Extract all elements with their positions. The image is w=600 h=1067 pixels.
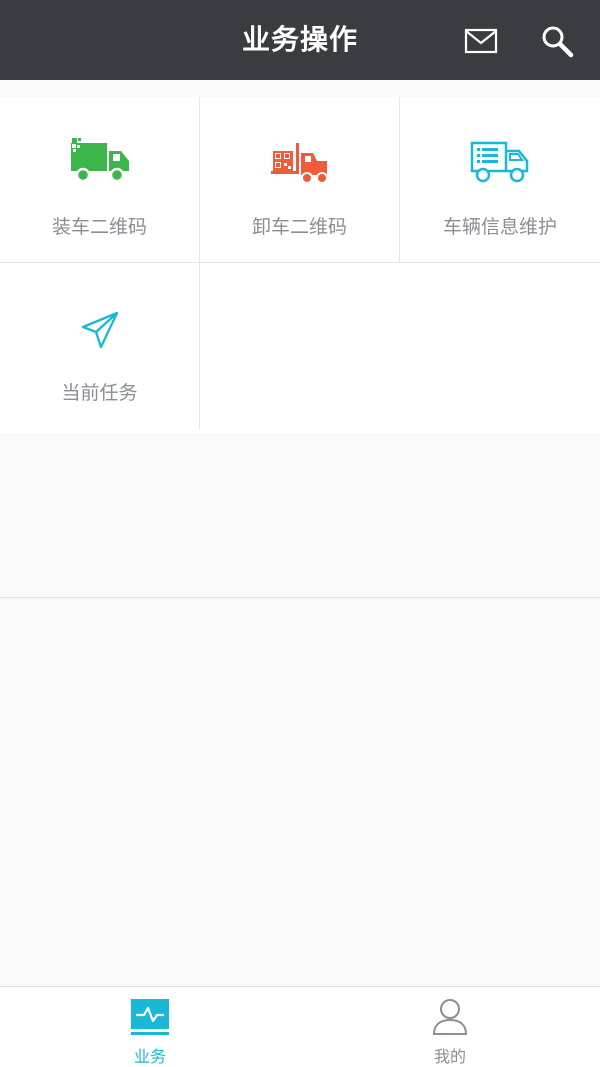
search-icon[interactable] [540,24,574,58]
tile-vehicle-info[interactable]: 车辆信息维护 [400,97,600,263]
tile-loading-qrcode[interactable]: 装车二维码 [0,97,200,263]
forklift-icon [269,137,331,187]
nav-label: 我的 [433,1047,466,1066]
nav-item-mine[interactable]: 我的 [300,987,600,1067]
tile-label: 卸车二维码 [251,216,347,238]
page-title: 业务操作 [241,23,358,56]
tile-unloading-qrcode[interactable]: 卸车二维码 [200,97,400,263]
nav-item-business[interactable]: 业务 [0,987,300,1067]
truck-info-icon [469,137,531,187]
action-grid: 装车二维码 卸车二维码 车辆信息维护 当前任务 [0,97,600,433]
bottom-nav: 业务 我的 [0,986,600,1067]
top-bar: 业务操作 [0,0,600,80]
tile-label: 当前任务 [61,382,138,404]
section-divider [0,597,600,598]
pulse-icon [130,998,170,1036]
tile-label: 装车二维码 [51,216,147,238]
user-icon [430,998,470,1036]
tile-current-task[interactable]: 当前任务 [0,263,200,429]
tile-label: 车辆信息维护 [442,216,557,238]
nav-label: 业务 [133,1047,166,1066]
mail-icon[interactable] [464,24,498,58]
paper-plane-icon [79,309,121,351]
loading-truck-icon [69,137,131,187]
app-root: 业务操作 装车二维码 卸车二维码 车辆信息维护 当前任务 业务 我的 [0,0,600,1067]
